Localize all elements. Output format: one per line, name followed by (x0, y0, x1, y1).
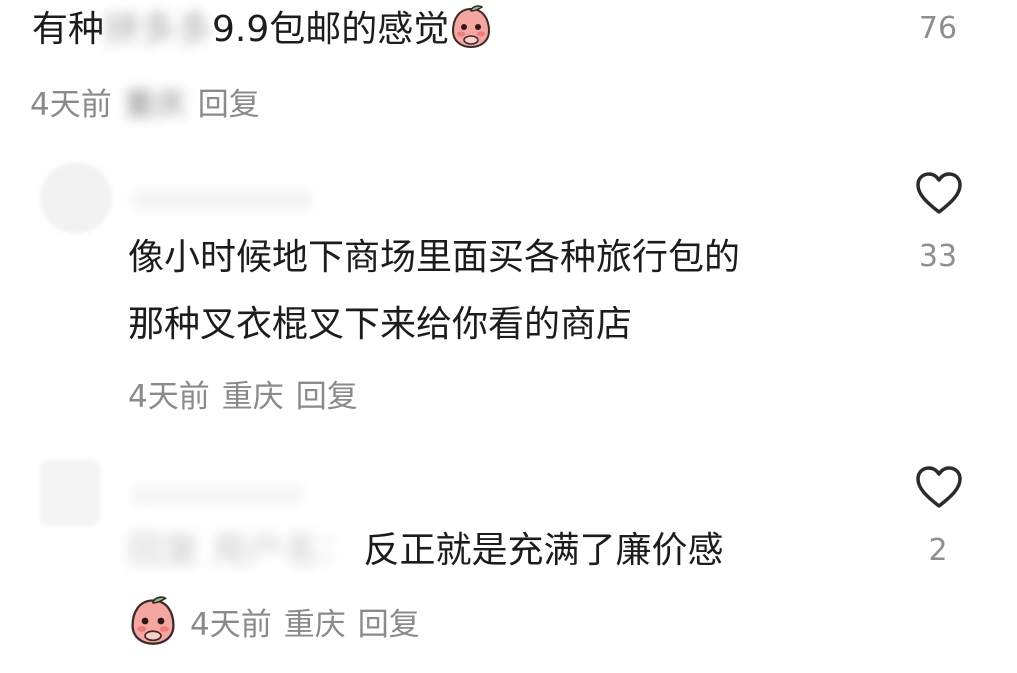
comment-1-like-count: 76 (918, 11, 958, 46)
comment-3-username[interactable] (132, 485, 302, 505)
comment-1-reply-button[interactable]: 回复 (198, 87, 260, 123)
comment-2-avatar[interactable] (40, 162, 112, 234)
comment-1-location: 重庆 (123, 87, 186, 123)
comment-3-reply-button[interactable]: 回复 (358, 599, 420, 644)
comment-1-text: 有种拼多多9.9包邮的感觉 (32, 5, 493, 52)
comment-3-avatar[interactable] (40, 460, 100, 526)
comment-2-location: 重庆 (221, 379, 284, 415)
comment-3-location: 重庆 (283, 606, 346, 643)
blushing-peach-icon (128, 596, 178, 646)
comment-2-text-line1: 像小时候地下商场里面买各种旅行包的 (128, 237, 741, 278)
comment-2-text-line2: 那种叉衣棍叉下来给你看的商店 (128, 304, 633, 345)
comment-1-hidden-text: 拼多多 (104, 9, 213, 50)
comment-1-meta: 4天前 重庆 回复 (30, 79, 272, 124)
blushing-peach-icon (449, 5, 493, 49)
comment-3-reply-target: 回复 用户名： (128, 530, 356, 571)
comment-3-time: 4天前 (190, 606, 272, 643)
comment-2-time: 4天前 (128, 379, 210, 415)
comment-3-meta: 4天前 重庆 回复 (128, 596, 432, 646)
comment-2-username[interactable] (132, 190, 312, 210)
comment-3-text: 回复 用户名： 反正就是充满了廉价感 (128, 528, 723, 573)
heart-outline-icon[interactable] (914, 464, 964, 510)
heart-outline-icon[interactable] (914, 170, 964, 216)
comment-1-text-pre: 有种 (32, 9, 105, 50)
comment-3-like-count: 2 (928, 533, 948, 568)
comment-1-time: 4天前 (30, 87, 112, 123)
comment-3-text-body: 反正就是充满了廉价感 (363, 530, 724, 571)
comment-1-text-post: 9.9包邮的感觉 (212, 9, 450, 50)
comment-2-reply-button[interactable]: 回复 (296, 379, 358, 415)
comment-2-like-count: 33 (918, 239, 958, 274)
comment-2-meta: 4天前 重庆 回复 (128, 371, 370, 416)
